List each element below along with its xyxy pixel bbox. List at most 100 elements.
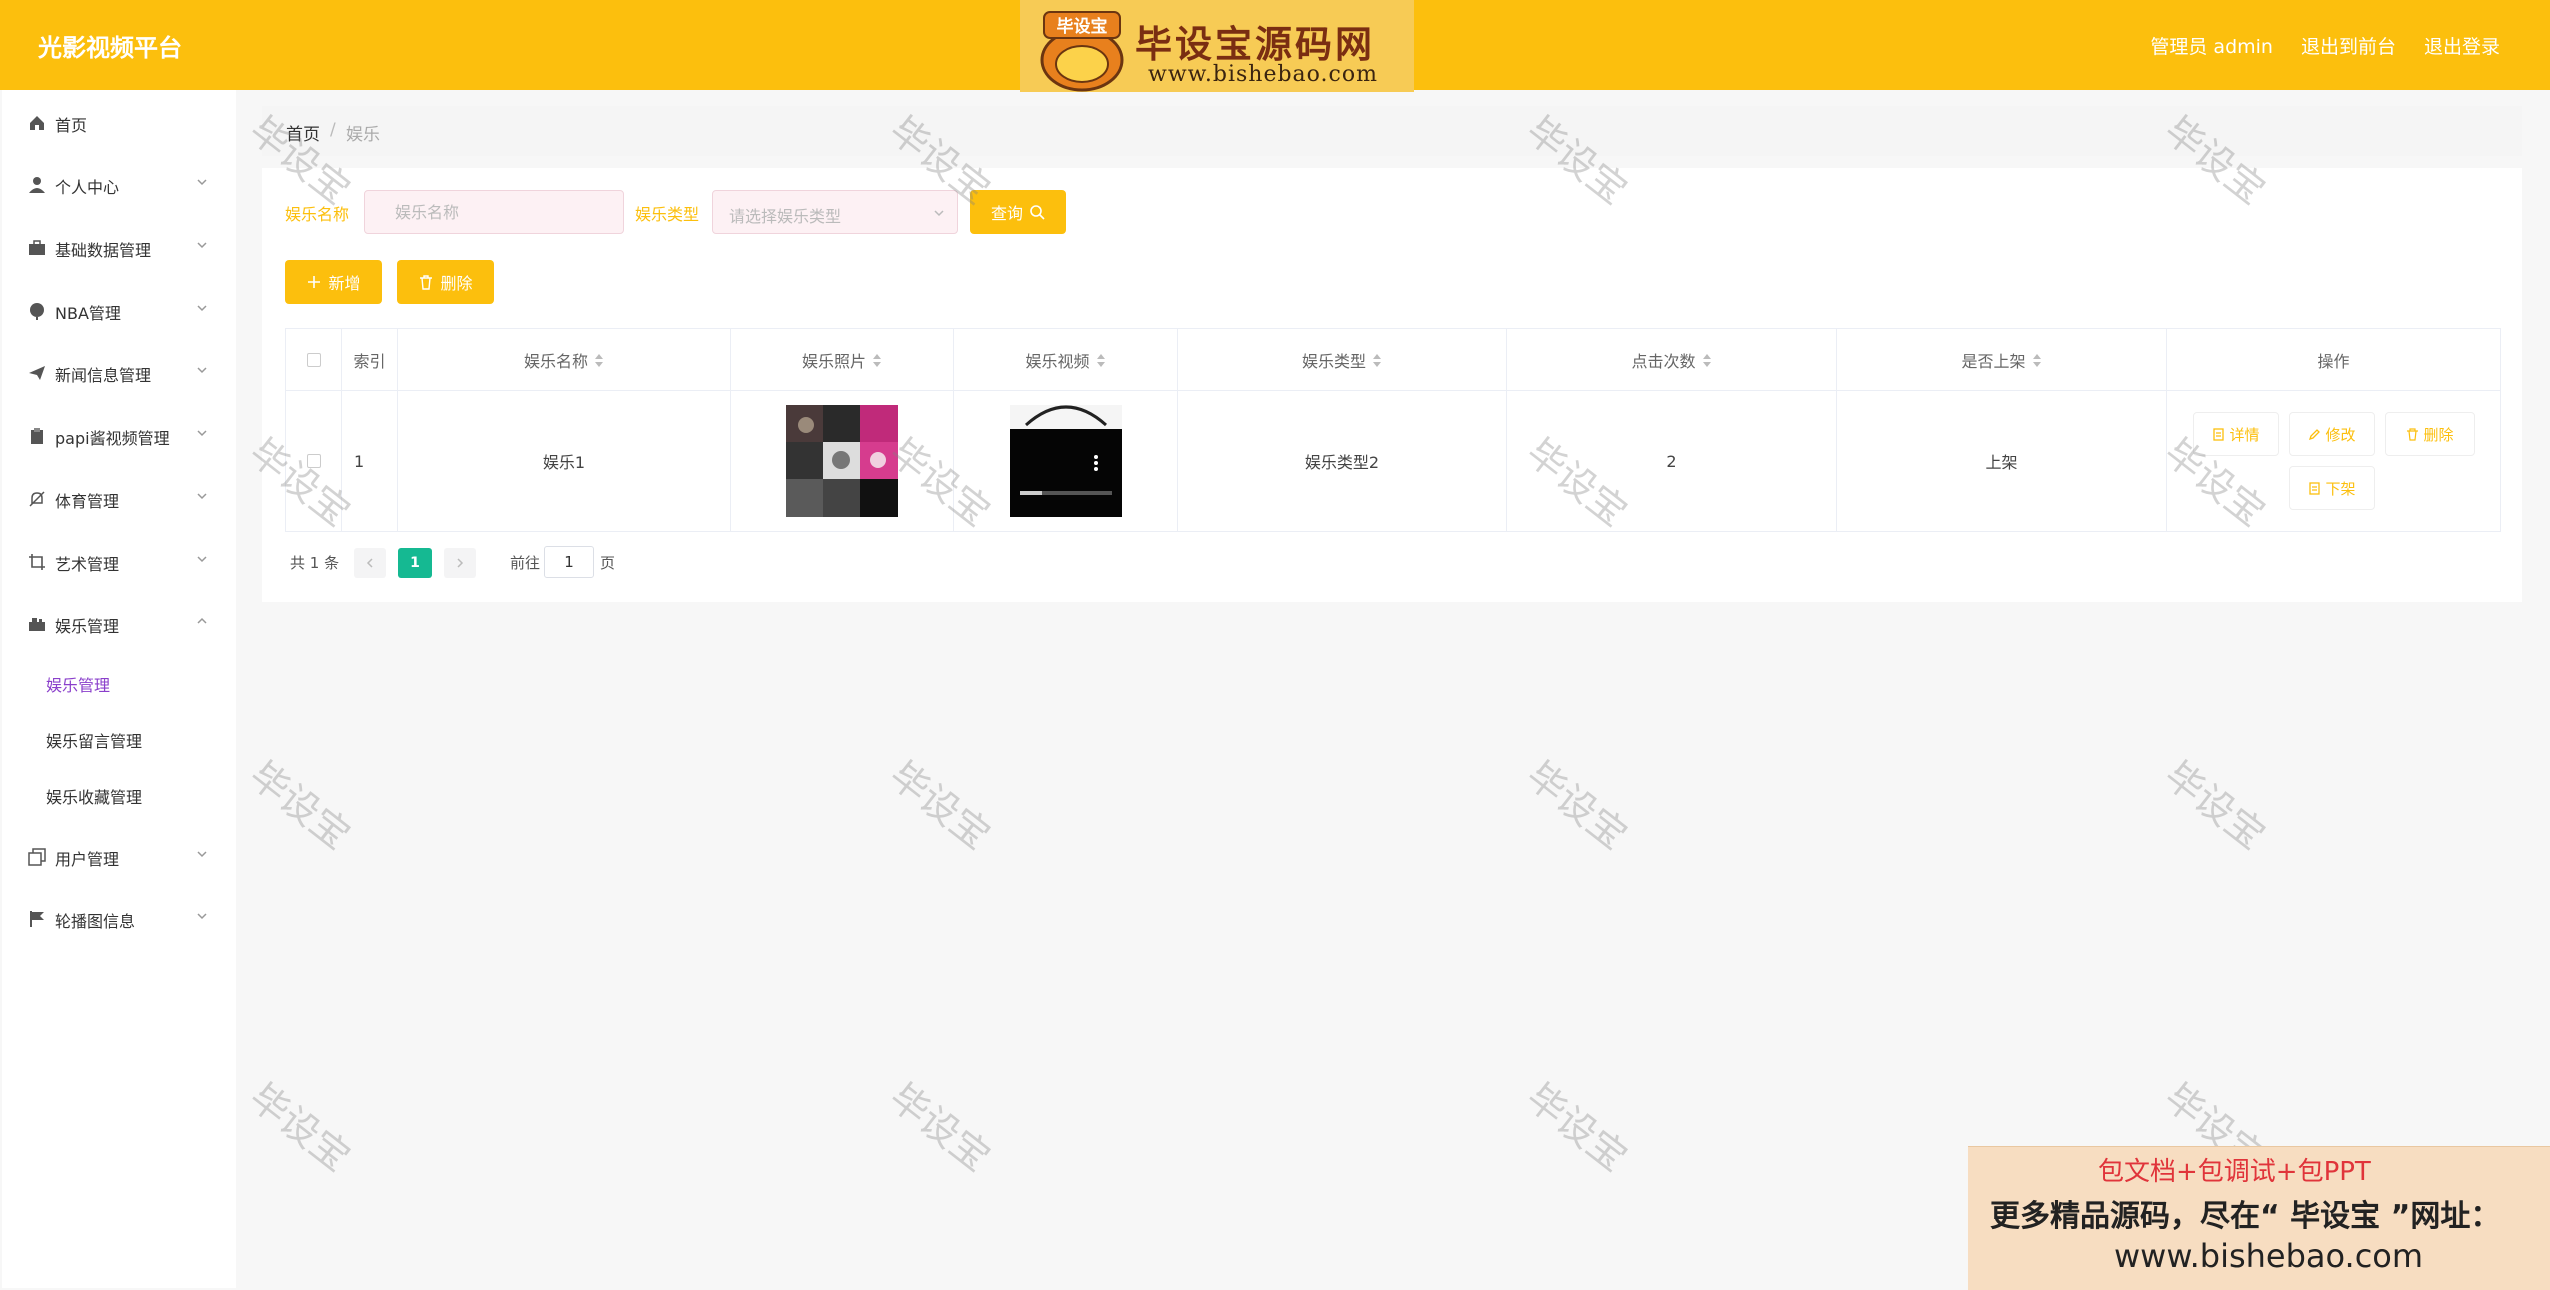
- logo-badge-text: 毕设宝: [1057, 16, 1108, 37]
- submenu-entertainment-comments[interactable]: 娱乐留言管理: [46, 728, 142, 752]
- sidebar-item-base-data[interactable]: 基础数据管理: [2, 227, 236, 267]
- sidebar-item-papi[interactable]: papi酱视频管理: [2, 415, 236, 455]
- suitcase-icon: [29, 618, 45, 631]
- entertainment-photo-thumbnail[interactable]: [786, 405, 898, 517]
- add-button-label: 新增: [328, 274, 361, 293]
- trash-icon: [420, 275, 433, 290]
- chevron-down-icon: [197, 367, 207, 374]
- sort-icon[interactable]: [1372, 352, 1382, 368]
- column-header-index: 索引: [342, 329, 398, 391]
- sidebar-item-profile[interactable]: 个人中心: [2, 164, 236, 204]
- sort-icon[interactable]: [1096, 352, 1106, 368]
- watermark: 毕设宝: [241, 1074, 359, 1180]
- column-header-video[interactable]: 娱乐视频: [954, 329, 1178, 391]
- edit-button[interactable]: 修改: [2289, 412, 2375, 456]
- data-table: 索引 娱乐名称 娱乐照片 娱乐视频 娱乐类型 点击次数 是否上架 操作 1 娱乐…: [285, 328, 2501, 532]
- type-filter-placeholder: 请选择娱乐类型: [729, 207, 842, 226]
- sidebar-item-label: 轮播图信息: [55, 912, 136, 931]
- plus-icon: [308, 276, 321, 288]
- chevron-down-icon: [197, 430, 207, 437]
- chevron-up-icon: [197, 617, 207, 624]
- breadcrumb-home[interactable]: 首页: [286, 120, 320, 145]
- column-header-status[interactable]: 是否上架: [1837, 329, 2167, 391]
- document-icon: [2309, 481, 2321, 495]
- batch-delete-button[interactable]: 删除: [397, 260, 494, 304]
- breadcrumb-separator: /: [330, 120, 336, 140]
- add-button[interactable]: 新增: [285, 260, 382, 304]
- chevron-down-icon: [197, 913, 207, 920]
- logo-url: www.bishebao.com: [1148, 62, 1378, 87]
- sidebar-item-users[interactable]: 用户管理: [2, 836, 236, 876]
- table-cell-status: 上架: [1837, 391, 2167, 531]
- submenu-entertainment-manage[interactable]: 娱乐管理: [46, 672, 110, 696]
- delete-button[interactable]: 删除: [2385, 412, 2475, 456]
- type-filter-select[interactable]: 请选择娱乐类型: [712, 190, 958, 234]
- sort-icon[interactable]: [1702, 352, 1712, 368]
- row-checkbox[interactable]: [306, 454, 321, 468]
- breadcrumb-current: 娱乐: [346, 125, 380, 145]
- admin-label[interactable]: 管理员 admin: [2150, 32, 2273, 59]
- sort-icon[interactable]: [872, 352, 882, 368]
- logout-link[interactable]: 退出登录: [2424, 32, 2500, 59]
- sidebar-item-carousel[interactable]: 轮播图信息: [2, 898, 236, 938]
- sidebar-item-label: 娱乐管理: [55, 617, 120, 636]
- app-title: 光影视频平台: [38, 34, 182, 62]
- next-page-button[interactable]: [444, 548, 476, 578]
- to-front-link[interactable]: 退出到前台: [2301, 32, 2396, 59]
- entertainment-video-player[interactable]: [1009, 405, 1122, 517]
- page-number-current[interactable]: 1: [398, 548, 432, 578]
- column-header-label: 娱乐类型: [1301, 351, 1366, 371]
- prev-page-button[interactable]: [354, 548, 386, 578]
- name-filter-input[interactable]: [364, 190, 624, 234]
- sort-icon[interactable]: [594, 352, 604, 368]
- column-header-clicks[interactable]: 点击次数: [1507, 329, 1837, 391]
- sidebar-item-news[interactable]: 新闻信息管理: [2, 352, 236, 392]
- search-icon: [1030, 205, 1045, 220]
- watermark: 毕设宝: [2156, 752, 2274, 858]
- chevron-down-icon: [197, 851, 207, 858]
- flag-icon: [30, 911, 44, 927]
- sidebar-item-label: 新闻信息管理: [55, 366, 152, 385]
- sidebar-item-label: 艺术管理: [55, 555, 120, 574]
- table-cell-type: 娱乐类型2: [1178, 391, 1507, 531]
- column-header-name[interactable]: 娱乐名称: [398, 329, 731, 391]
- logo-title: 毕设宝源码网: [1135, 23, 1375, 66]
- detail-button[interactable]: 详情: [2193, 412, 2279, 456]
- sidebar-item-label: 体育管理: [55, 492, 120, 511]
- column-header-label: 操作: [2317, 351, 2350, 371]
- table-cell-index: 1: [342, 391, 398, 531]
- edit-button-label: 修改: [2325, 425, 2356, 444]
- sidebar-item-label: 基础数据管理: [55, 241, 152, 260]
- column-header-type[interactable]: 娱乐类型: [1178, 329, 1507, 391]
- chevron-down-icon: [934, 210, 944, 217]
- column-header-label: 娱乐视频: [1025, 351, 1090, 371]
- edit-icon: [2309, 428, 2321, 440]
- select-all-checkbox[interactable]: [306, 352, 321, 367]
- logo-badge-icon: 毕设宝: [1040, 11, 1124, 92]
- sidebar-item-label: 用户管理: [55, 850, 120, 869]
- chevron-down-icon: [197, 179, 207, 186]
- column-header-label: 索引: [353, 351, 386, 371]
- bishebao-logo: 毕设宝 毕设宝源码网 www.bishebao.com: [1020, 0, 1414, 92]
- take-down-button[interactable]: 下架: [2289, 466, 2375, 510]
- promo-line-1: 包文档+包调试+包PPT: [2098, 1157, 2371, 1187]
- sidebar-item-art[interactable]: 艺术管理: [2, 541, 236, 581]
- sidebar-item-entertainment[interactable]: 娱乐管理: [2, 603, 236, 643]
- take-down-button-label: 下架: [2325, 479, 2356, 498]
- sidebar-item-sports[interactable]: 体育管理: [2, 478, 236, 518]
- crop-icon: [29, 554, 45, 570]
- sort-icon[interactable]: [2032, 352, 2042, 368]
- sidebar: 首页 个人中心 基础数据管理 NBA管理 新闻信息管理 papi酱视频管理 体育…: [2, 90, 236, 1288]
- watermark: 毕设宝: [881, 752, 999, 858]
- column-header-photo[interactable]: 娱乐照片: [731, 329, 954, 391]
- column-header-label: 娱乐名称: [523, 351, 588, 371]
- sidebar-item-label: NBA管理: [55, 304, 121, 323]
- sidebar-item-nba[interactable]: NBA管理: [2, 290, 236, 330]
- goto-page-input[interactable]: [544, 546, 594, 578]
- table-cell-photo: [731, 391, 954, 531]
- sidebar-item-home[interactable]: 首页: [2, 102, 236, 142]
- submenu-entertainment-favorites[interactable]: 娱乐收藏管理: [46, 784, 142, 808]
- column-header-label: 是否上架: [1961, 351, 2026, 371]
- search-button[interactable]: 查询: [970, 190, 1066, 234]
- chevron-right-icon: [457, 558, 464, 568]
